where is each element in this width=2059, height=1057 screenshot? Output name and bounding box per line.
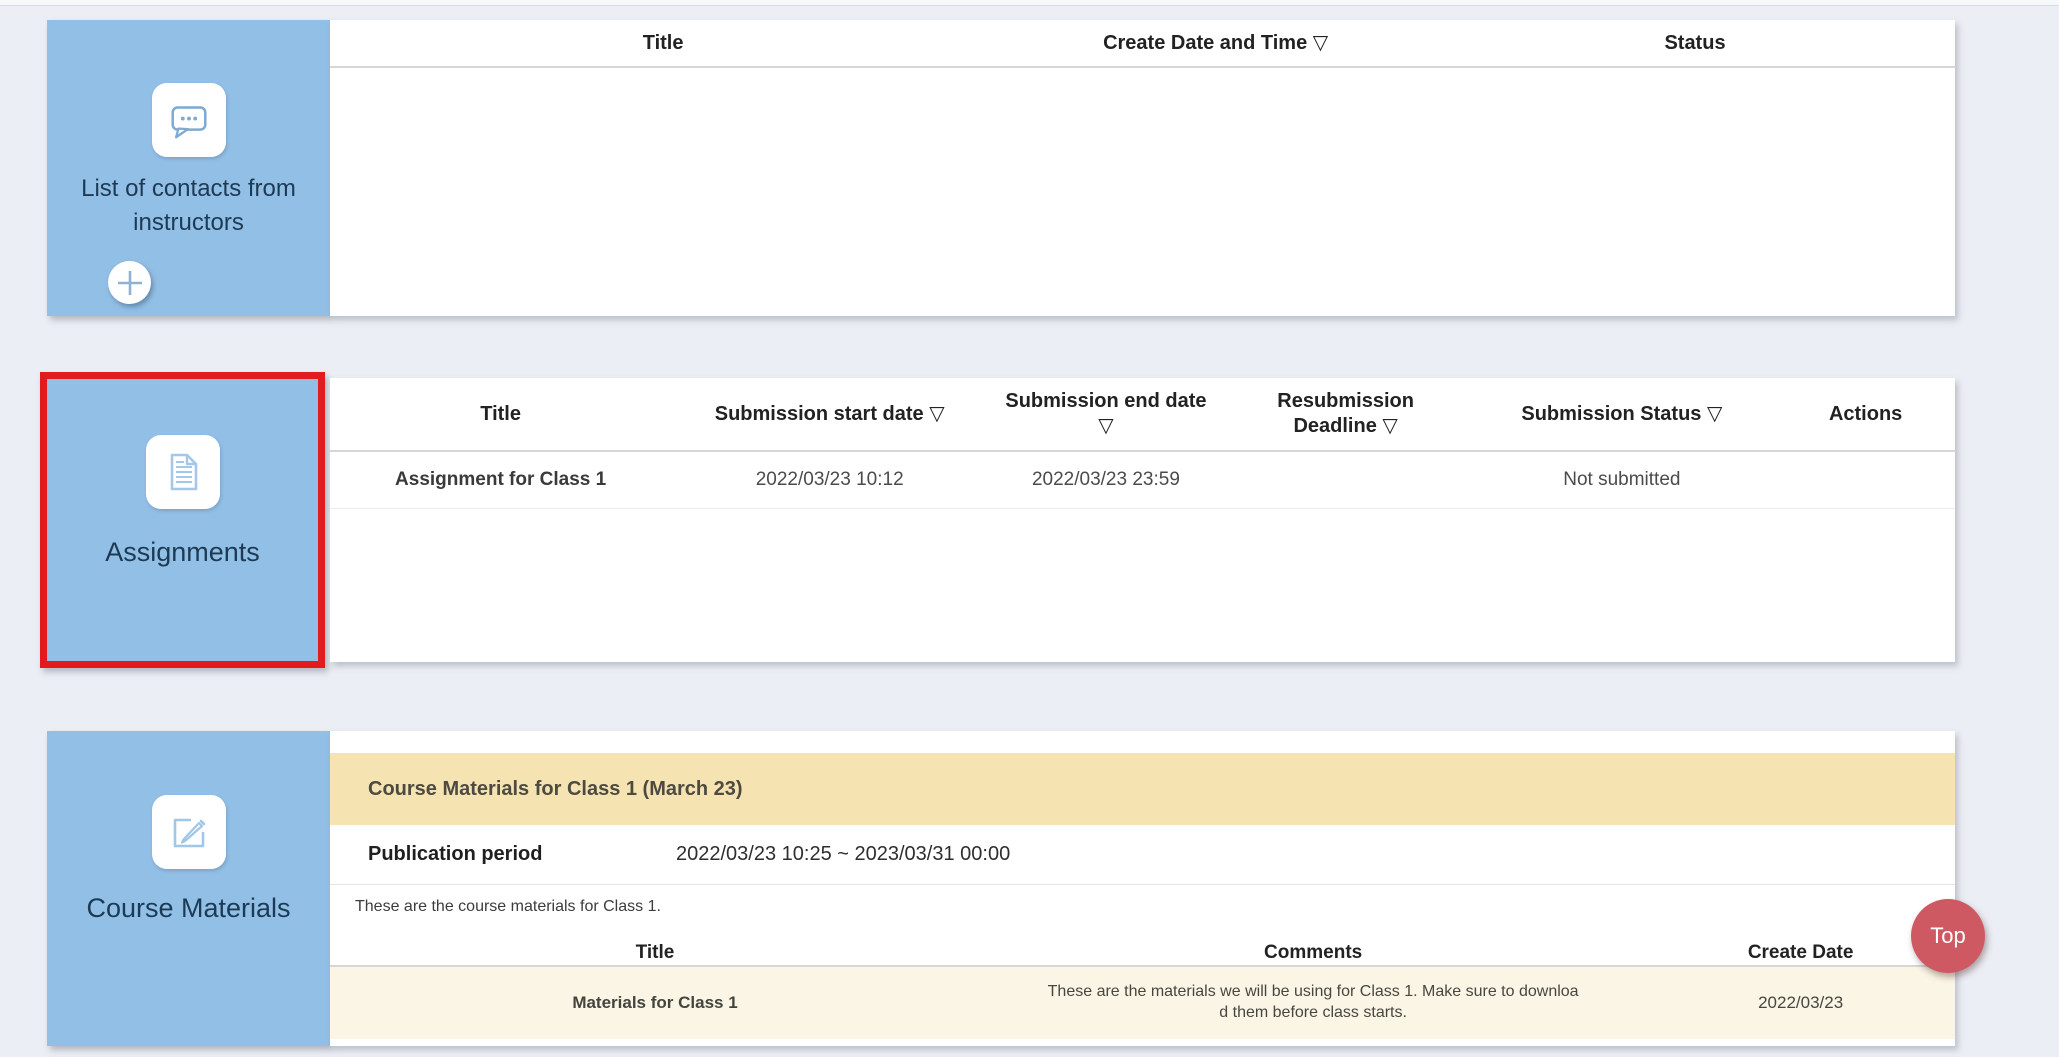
add-contact-button[interactable] [108,261,151,304]
publication-period-value: 2022/03/23 10:25 ~ 2023/03/31 00:00 [676,843,1010,866]
assignment-start-cell: 2022/03/23 10:12 [671,469,988,491]
assignments-card[interactable]: Assignments [40,372,325,668]
scroll-to-top-button[interactable]: Top [1911,899,1985,973]
materials-col-comments: Comments [980,940,1646,965]
materials-col-comments-label: Comments [1264,942,1362,963]
contacts-col-status: Status [1435,20,1955,66]
materials-col-create-label: Create Date [1748,942,1854,963]
course-page: List of contacts from instructors Title … [0,0,2059,1057]
material-title-text: Materials for Class 1 [572,993,737,1013]
sort-descending-icon[interactable]: ▽ [929,403,944,425]
assignments-col-status-label: Submission Status [1521,403,1701,425]
materials-col-title-label: Title [636,942,675,963]
sort-descending-icon[interactable]: ▽ [1313,32,1328,54]
sort-descending-icon[interactable]: ▽ [1707,403,1722,425]
materials-col-title: Title [330,940,980,965]
materials-col-create: Create Date [1646,940,1955,965]
material-row[interactable]: Materials for Class 1 These are the mate… [330,967,1955,1039]
sort-descending-icon[interactable]: ▽ [1098,415,1113,437]
contacts-card-label: List of contacts from instructors [47,172,330,239]
edit-pencil-icon [152,795,226,869]
contacts-table-header: Title Create Date and Time ▽ Status [330,20,1955,68]
materials-top-spacer [330,731,1955,753]
sort-descending-icon[interactable]: ▽ [1382,415,1397,437]
assignments-col-resubmission[interactable]: Resubmission Deadline ▽ [1224,378,1468,450]
material-comments-cell: These are the materials we will be using… [980,982,1646,1024]
course-materials-card-label: Course Materials [47,893,330,924]
contacts-col-create-date[interactable]: Create Date and Time ▽ [996,20,1435,66]
contacts-col-status-label: Status [1664,32,1725,54]
publication-period-row: Publication period 2022/03/23 10:25 ~ 20… [330,825,1955,885]
assignment-title-cell[interactable]: Assignment for Class 1 [330,469,671,491]
contacts-col-title: Title [330,20,996,66]
assignment-end-cell: 2022/03/23 23:59 [988,469,1224,491]
assignments-col-title: Title [330,378,671,450]
contacts-panel: Title Create Date and Time ▽ Status [330,20,1955,316]
course-materials-card[interactable]: Course Materials [47,731,330,1046]
assignments-col-end-label: Submission end date [1005,390,1206,412]
assignments-col-end[interactable]: Submission end date ▽ [988,378,1224,450]
assignments-col-status[interactable]: Submission Status ▽ [1468,378,1777,450]
assignments-col-title-label: Title [480,403,521,425]
contacts-card[interactable]: List of contacts from instructors [47,20,330,316]
materials-title-text: Course Materials for Class 1 (March 23) [368,778,743,801]
assignment-row[interactable]: Assignment for Class 1 2022/03/23 10:12 … [330,452,1955,509]
materials-description: These are the course materials for Class… [330,885,1955,940]
assignments-col-actions: Actions [1776,378,1955,450]
contacts-col-title-label: Title [643,32,684,54]
publication-period-label: Publication period [330,843,676,866]
materials-table-header: Title Comments Create Date [330,940,1955,967]
assignments-col-actions-label: Actions [1829,403,1902,425]
plus-icon [115,268,145,298]
assignments-col-start-label: Submission start date [715,403,924,425]
assignments-card-label: Assignments [47,537,318,568]
top-edge-strip [0,0,2059,6]
material-create-date-cell: 2022/03/23 [1646,993,1955,1013]
assignment-status-cell: Not submitted [1468,469,1777,491]
material-create-date-text: 2022/03/23 [1758,993,1843,1013]
assignments-panel: Title Submission start date ▽ Submission… [330,378,1955,662]
speech-bubble-icon [152,83,226,157]
material-title-cell[interactable]: Materials for Class 1 [330,993,980,1013]
contacts-col-create-label: Create Date and Time [1103,32,1307,54]
course-materials-panel: Course Materials for Class 1 (March 23) … [330,731,1955,1046]
document-icon [146,435,220,509]
material-comments-text: These are the materials we will be using… [1046,982,1581,1024]
materials-title-bar: Course Materials for Class 1 (March 23) [330,753,1955,825]
assignments-col-start[interactable]: Submission start date ▽ [671,378,988,450]
assignments-table-header: Title Submission start date ▽ Submission… [330,378,1955,452]
